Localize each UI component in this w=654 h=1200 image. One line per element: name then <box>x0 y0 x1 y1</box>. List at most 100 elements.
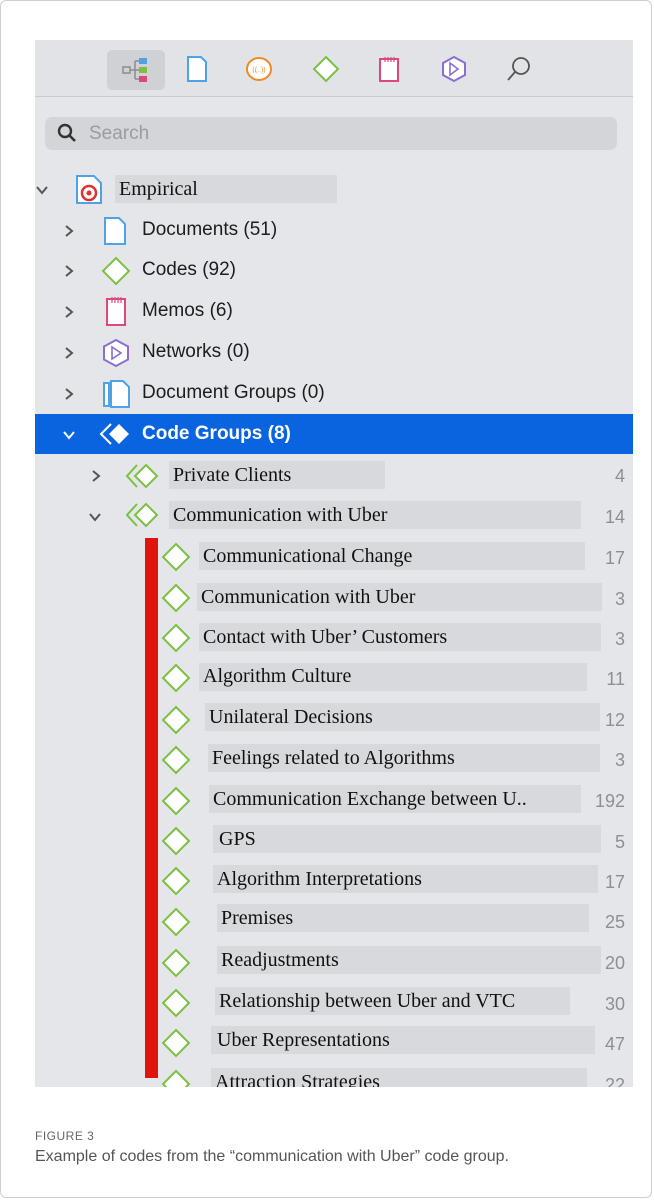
tree-group-communication-with-uber[interactable]: Communication with Uber 14 <box>35 495 633 535</box>
code-diamond-icon <box>161 866 191 896</box>
chevron-right-icon <box>92 470 101 482</box>
code-label: Attraction Strategies <box>215 1071 380 1087</box>
item-count: 30 <box>604 994 625 1014</box>
project-icon <box>76 175 102 204</box>
codes-button[interactable] <box>310 53 342 85</box>
tree-item-networks[interactable]: Networks (0) <box>35 332 633 372</box>
code-diamond-icon <box>161 705 191 735</box>
item-count: 11 <box>606 669 625 689</box>
documents-button[interactable] <box>181 53 213 85</box>
quotations-button[interactable]: ((..)) <box>243 53 275 85</box>
code-diamond-icon <box>161 826 191 856</box>
code-label: Unilateral Decisions <box>209 706 373 728</box>
code-row[interactable]: Premises 25 <box>35 900 633 940</box>
chevron-down-icon <box>63 431 75 440</box>
code-diamond-icon <box>161 988 191 1018</box>
tree-group-label: Private Clients <box>173 464 292 486</box>
quotation-icon: ((..)) <box>246 57 272 81</box>
item-count: 192 <box>594 791 625 811</box>
code-label: Contact with Uber’ Customers <box>203 626 448 648</box>
code-group-icon <box>125 502 159 528</box>
chevron-down-icon <box>89 513 101 522</box>
chevron-down-icon <box>36 186 48 195</box>
tree-item-codes[interactable]: Codes (92) <box>35 250 633 290</box>
code-diamond-icon <box>312 55 340 83</box>
code-diamond-icon <box>161 745 191 775</box>
code-label: Algorithm Culture <box>203 665 352 687</box>
project-explorer-button[interactable] <box>107 50 165 90</box>
code-label: GPS <box>219 828 256 850</box>
tree-item-memos[interactable]: Memos (6) <box>35 291 633 331</box>
code-diamond-icon <box>161 907 191 937</box>
tree-item-label: Documents (51) <box>142 219 278 240</box>
code-row[interactable]: Feelings related to Algorithms 3 <box>35 740 633 780</box>
tree-item-label: Code Groups (8) <box>142 423 291 444</box>
code-row[interactable]: Communication Exchange between U.. 192 <box>35 781 633 821</box>
tree-item-documents[interactable]: Documents (51) <box>35 210 633 250</box>
code-label: Premises <box>221 907 294 929</box>
chevron-right-icon <box>65 225 74 237</box>
code-label: Feelings related to Algorithms <box>212 747 455 769</box>
code-row[interactable]: Readjustments 20 <box>35 942 633 982</box>
code-diamond-icon <box>161 623 191 653</box>
networks-button[interactable] <box>438 53 470 85</box>
item-count: 12 <box>604 710 625 730</box>
code-label: Relationship between Uber and VTC <box>219 990 516 1012</box>
item-count: 3 <box>614 629 625 649</box>
code-diamond-icon <box>161 583 191 613</box>
code-diamond-icon <box>161 786 191 816</box>
tree-item-label: Memos (6) <box>142 300 233 321</box>
code-row[interactable]: GPS 5 <box>35 820 633 860</box>
tree-group-private-clients[interactable]: Private Clients 4 <box>35 456 633 496</box>
item-count: 4 <box>614 466 625 486</box>
network-icon <box>442 55 466 83</box>
code-row[interactable]: Relationship between Uber and VTC 30 <box>35 982 633 1022</box>
code-diamond-icon <box>161 542 191 572</box>
code-row[interactable]: Communication with Uber 3 <box>35 577 633 617</box>
code-row[interactable]: Algorithm Interpretations 17 <box>35 860 633 900</box>
item-count: 3 <box>614 589 625 609</box>
search-project-button[interactable] <box>503 53 535 85</box>
search-input[interactable] <box>87 120 591 148</box>
tree-item-document-groups[interactable]: Document Groups (0) <box>35 373 633 413</box>
memos-button[interactable] <box>373 53 405 85</box>
item-count: 17 <box>604 548 625 568</box>
code-label: Communicational Change <box>203 545 413 567</box>
code-label: Communication Exchange between U.. <box>213 788 527 810</box>
code-row[interactable]: Contact with Uber’ Customers 3 <box>35 618 633 658</box>
code-diamond-icon <box>161 948 191 978</box>
toolbar: ((..)) <box>35 40 633 97</box>
code-row[interactable]: Attraction Strategies 22 <box>35 1063 633 1087</box>
item-count: 22 <box>604 1075 625 1087</box>
search-field[interactable] <box>45 117 617 150</box>
figure-label: FIGURE 3 <box>35 1129 95 1143</box>
tree-group-label: Communication with Uber <box>173 504 388 526</box>
code-group-icon <box>99 423 129 445</box>
tree-item-code-groups[interactable]: Code Groups (8) <box>35 414 633 454</box>
chevron-right-icon <box>65 347 74 359</box>
magnifier-icon <box>507 57 530 81</box>
code-group-icon <box>125 463 159 489</box>
item-count: 47 <box>604 1034 625 1054</box>
item-count: 5 <box>614 832 625 852</box>
tree-item-label: Networks (0) <box>142 341 250 362</box>
code-diamond-icon <box>161 1069 191 1087</box>
document-icon <box>104 217 126 245</box>
figure-caption: Example of codes from the “communication… <box>35 1148 509 1165</box>
item-count: 17 <box>604 872 625 892</box>
code-label: Algorithm Interpretations <box>217 868 422 890</box>
code-row[interactable]: Communicational Change 17 <box>35 536 633 576</box>
document-group-icon <box>103 380 130 408</box>
item-count: 3 <box>614 750 625 770</box>
code-row[interactable]: Unilateral Decisions 12 <box>35 698 633 738</box>
tree-item-label: Codes (92) <box>142 259 236 280</box>
item-count: 14 <box>604 507 625 527</box>
code-row[interactable]: Algorithm Culture 11 <box>35 657 633 697</box>
chevron-right-icon <box>65 306 74 318</box>
tree-root-row[interactable]: Empirical <box>35 169 633 209</box>
app-window: ((..)) Search Empirical Documents (51) C… <box>35 40 633 1087</box>
code-row[interactable]: Uber Representations 47 <box>35 1021 633 1061</box>
memo-icon <box>379 57 399 82</box>
tree-icon <box>122 58 147 82</box>
code-label: Communication with Uber <box>201 586 416 608</box>
